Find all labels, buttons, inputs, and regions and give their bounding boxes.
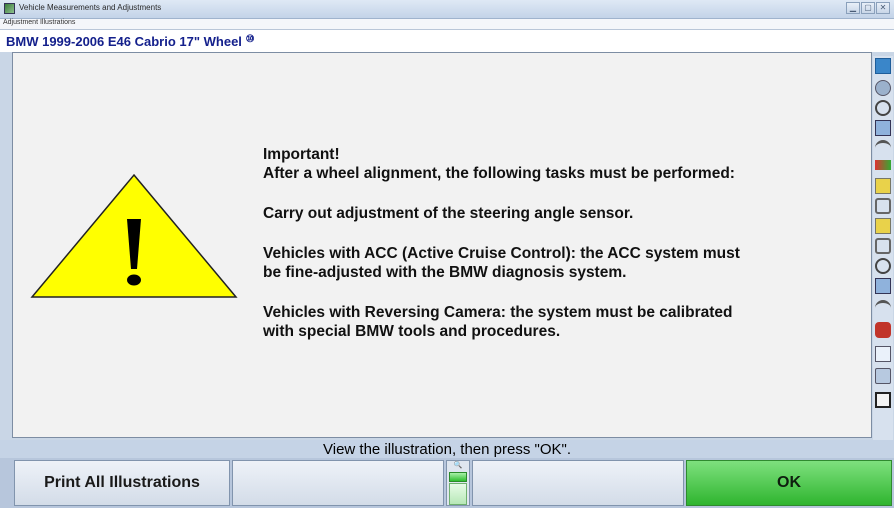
screen-subtitle: Adjustment Illustrations <box>3 19 76 26</box>
softkey-bar: Print All Illustrations 🔍 OK <box>0 458 894 508</box>
status-instruction: View the illustration, then press "OK". <box>323 441 571 458</box>
status-bar: View the illustration, then press "OK". <box>0 440 894 458</box>
message-task-steering: Carry out adjustment of the steering ang… <box>263 205 634 222</box>
window-title-bar: Vehicle Measurements and Adjustments ▁ ▢… <box>0 0 894 19</box>
zoom-scroll[interactable]: 🔍 <box>446 460 470 506</box>
vehicle-top-icon[interactable] <box>875 80 891 96</box>
close-button[interactable]: ✕ <box>876 2 890 14</box>
message-heading: Important! <box>263 146 340 163</box>
print-all-illustrations-button[interactable]: Print All Illustrations <box>14 460 230 506</box>
window-title: Vehicle Measurements and Adjustments <box>19 3 162 12</box>
minimize-button[interactable]: ▁ <box>846 2 860 14</box>
scroll-up-icon[interactable] <box>449 472 467 482</box>
report-icon[interactable] <box>875 368 891 384</box>
rear-axle-icon[interactable] <box>875 238 891 254</box>
toe-icon[interactable] <box>875 140 891 156</box>
measure-icon[interactable] <box>875 160 891 170</box>
instruction-message: Important! After a wheel alignment, the … <box>263 145 863 341</box>
message-task-camera-2: with special BMW tools and procedures. <box>263 323 561 340</box>
screen-subtitle-bar: Adjustment Illustrations <box>0 19 894 30</box>
caster-icon[interactable] <box>875 120 891 136</box>
print-icon[interactable] <box>875 322 891 338</box>
message-task-acc-1: Vehicles with ACC (Active Cruise Control… <box>263 245 740 262</box>
vehicle-header: BMW 1999-2006 E46 Cabrio 17" Wheel ⑩ <box>0 30 894 52</box>
vehicle-name-text: BMW 1999-2006 E46 Cabrio 17" Wheel <box>6 34 242 49</box>
vehicle-name: BMW 1999-2006 E46 Cabrio 17" Wheel ⑩ <box>6 34 255 49</box>
illustration-icon[interactable] <box>875 392 891 408</box>
camber-icon[interactable] <box>875 100 891 116</box>
window-controls: ▁ ▢ ✕ <box>846 2 890 14</box>
magnifier-icon[interactable]: 🔍 <box>453 462 463 470</box>
softkey-3-button[interactable] <box>472 460 684 506</box>
help-icon[interactable] <box>875 58 891 74</box>
car-icon[interactable] <box>875 300 891 316</box>
ok-button[interactable]: OK <box>686 460 892 506</box>
steer-icon[interactable] <box>875 198 891 214</box>
message-task-acc-2: be fine-adjusted with the BMW diagnosis … <box>263 264 627 281</box>
message-intro: After a wheel alignment, the following t… <box>263 165 735 182</box>
scroll-track[interactable] <box>449 483 467 505</box>
right-toolbar <box>873 56 893 440</box>
rotate-icon[interactable] <box>875 278 891 294</box>
sensor-icon[interactable] <box>875 258 891 274</box>
settings-icon[interactable] <box>875 346 891 362</box>
wheel-icon[interactable] <box>875 178 891 194</box>
app-icon <box>4 3 15 14</box>
message-task-camera-1: Vehicles with Reversing Camera: the syst… <box>263 304 733 321</box>
tire-icon: ⑩ <box>245 34 255 45</box>
softkey-2-button[interactable] <box>232 460 444 506</box>
level-icon[interactable] <box>875 218 891 234</box>
warning-triangle-icon <box>30 173 238 298</box>
maximize-button[interactable]: ▢ <box>861 2 875 14</box>
illustration-panel: Important! After a wheel alignment, the … <box>12 52 872 438</box>
